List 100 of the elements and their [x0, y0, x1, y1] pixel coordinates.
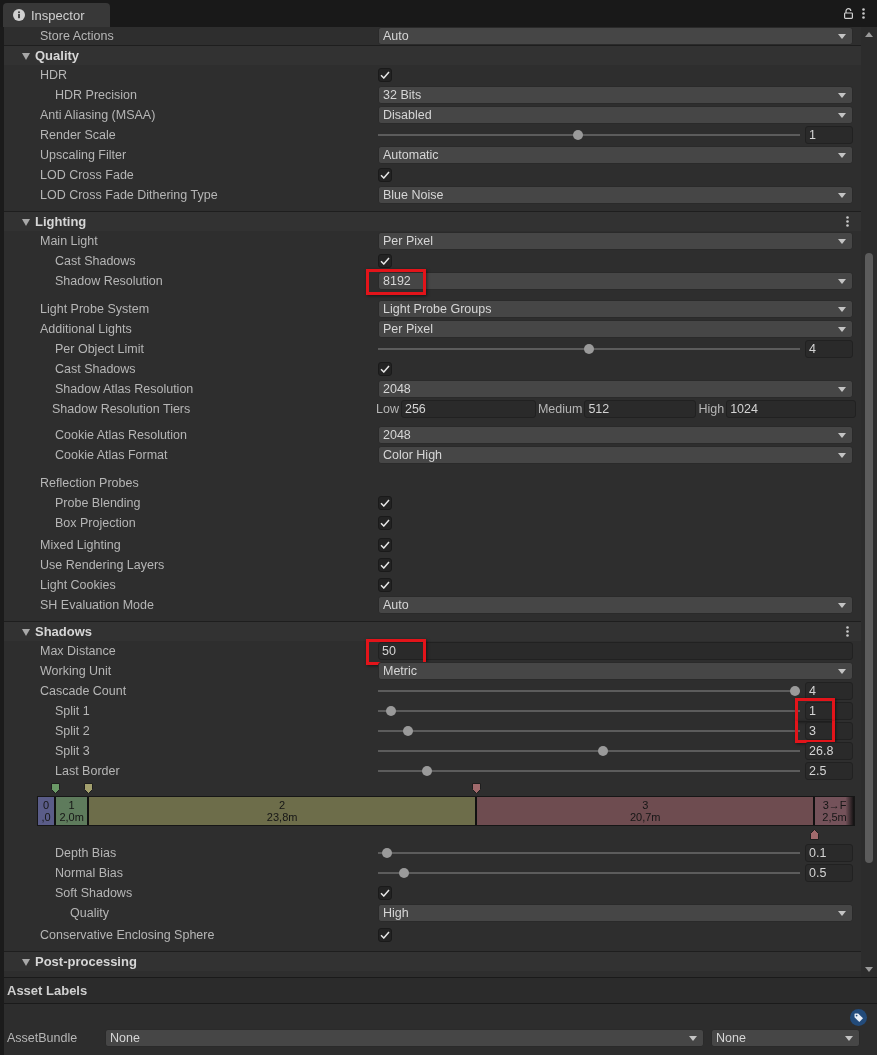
number-field[interactable]: 256 [400, 400, 536, 418]
checkbox[interactable] [378, 68, 392, 82]
number-field[interactable]: 4 [805, 340, 853, 358]
section-header[interactable]: Post-processing [4, 952, 861, 971]
caret-icon [845, 1035, 853, 1041]
split-handle-icon[interactable] [83, 783, 93, 794]
checkmark-icon [380, 365, 390, 373]
dropdown[interactable]: Disabled [378, 106, 853, 124]
dropdown[interactable]: None [711, 1029, 860, 1047]
number-field[interactable]: 512 [584, 400, 697, 418]
checkmark-icon [380, 499, 390, 507]
dropdown[interactable]: Per Pixel [378, 232, 853, 250]
dropdown[interactable]: None [105, 1029, 704, 1047]
number-field[interactable]: 1024 [726, 400, 856, 418]
caret-icon [838, 386, 846, 392]
dropdown[interactable]: Auto [378, 596, 853, 614]
checkbox[interactable] [378, 254, 392, 268]
checkbox[interactable] [378, 362, 392, 376]
field-label: Probe Blending [55, 496, 141, 510]
caret-icon [838, 92, 846, 98]
checkbox[interactable] [378, 578, 392, 592]
slider-thumb[interactable] [402, 726, 413, 736]
cascade-distance: 23,8m [266, 811, 298, 823]
number-field[interactable]: 0.1 [805, 844, 853, 862]
slider-thumb[interactable] [382, 848, 393, 858]
kebab-menu-icon[interactable] [846, 216, 849, 227]
dropdown[interactable]: 32 Bits [378, 86, 853, 104]
caret-icon [838, 192, 846, 198]
checkmark-icon [380, 257, 390, 265]
field-label: Use Rendering Layers [40, 558, 165, 572]
slider-thumb[interactable] [386, 706, 397, 716]
caret-icon [838, 602, 846, 608]
dropdown[interactable]: Automatic [378, 146, 853, 164]
number-field[interactable]: 0.5 [805, 864, 853, 882]
checkbox[interactable] [378, 516, 392, 530]
kebab-menu-icon[interactable] [846, 626, 849, 637]
slider-thumb[interactable] [598, 746, 609, 756]
dropdown[interactable]: Blue Noise [378, 186, 853, 204]
field-label: Reflection Probes [40, 476, 139, 490]
caret-icon [689, 1035, 697, 1041]
section-header[interactable]: Quality [4, 46, 861, 65]
dropdown[interactable]: High [378, 904, 853, 922]
caret-icon [838, 152, 846, 158]
number-field[interactable]: 3 [805, 722, 853, 740]
field-label: Depth Bias [55, 846, 117, 860]
inspector-tab[interactable]: Inspector [3, 3, 110, 27]
dropdown[interactable]: Light Probe Groups [378, 300, 853, 318]
field-label: AssetBundle [7, 1031, 79, 1045]
slider-thumb[interactable] [584, 344, 594, 354]
slider-thumb[interactable] [572, 130, 583, 140]
checkmark-icon [380, 541, 390, 549]
scroll-down-icon[interactable] [865, 967, 873, 972]
field-label: Cast Shadows [55, 362, 136, 376]
tier-label: Medium [537, 402, 583, 416]
caret-icon [838, 910, 846, 916]
lock-icon[interactable] [844, 8, 853, 19]
slider-thumb[interactable] [790, 686, 800, 696]
number-field[interactable]: 26.8 [805, 742, 853, 760]
dropdown[interactable]: Metric [378, 662, 853, 680]
section-title: Lighting [35, 214, 87, 229]
checkbox[interactable] [378, 558, 392, 572]
dropdown[interactable]: 2048 [378, 380, 853, 398]
field-label: Split 3 [55, 744, 90, 758]
field-label: Cast Shadows [55, 254, 136, 268]
number-field[interactable]: 4 [805, 682, 853, 700]
number-field[interactable]: 1 [805, 702, 853, 720]
section-header[interactable]: Shadows [4, 622, 861, 641]
text-field[interactable]: 50 [378, 642, 853, 660]
field-label: HDR Precision [55, 88, 137, 102]
split-handle-icon[interactable] [810, 829, 820, 840]
number-field[interactable]: 2.5 [805, 762, 853, 780]
section-header[interactable]: Lighting [4, 212, 861, 231]
dropdown[interactable]: Auto [378, 27, 853, 45]
caret-icon [838, 33, 846, 39]
field-label: Additional Lights [40, 322, 132, 336]
split-handle-icon[interactable] [51, 783, 61, 794]
checkbox[interactable] [378, 168, 392, 182]
split-handle-icon[interactable] [472, 783, 482, 794]
dropdown[interactable]: Color High [378, 446, 853, 464]
field-label: Shadow Resolution Tiers [52, 402, 191, 416]
slider-thumb[interactable] [398, 868, 409, 878]
number-field[interactable]: 1 [805, 126, 853, 144]
checkbox[interactable] [378, 928, 392, 942]
tag-icon[interactable] [850, 1009, 867, 1026]
scroll-up-icon[interactable] [865, 32, 873, 37]
checkmark-icon [380, 71, 390, 79]
checkbox[interactable] [378, 886, 392, 900]
field-label: Shadow Resolution [55, 274, 163, 288]
cascade-index: 2 [279, 799, 286, 811]
checkbox[interactable] [378, 496, 392, 510]
checkbox[interactable] [378, 538, 392, 552]
slider-thumb[interactable] [422, 766, 433, 776]
scrollbar-thumb[interactable] [865, 253, 873, 863]
checkmark-icon [380, 171, 390, 179]
field-label: Split 1 [55, 704, 90, 718]
dropdown[interactable]: 2048 [378, 426, 853, 444]
dropdown[interactable]: Per Pixel [378, 320, 853, 338]
cascade-distance: 20,7m [629, 811, 661, 823]
dropdown[interactable]: 8192 [378, 272, 853, 290]
kebab-menu-icon[interactable] [862, 8, 865, 19]
